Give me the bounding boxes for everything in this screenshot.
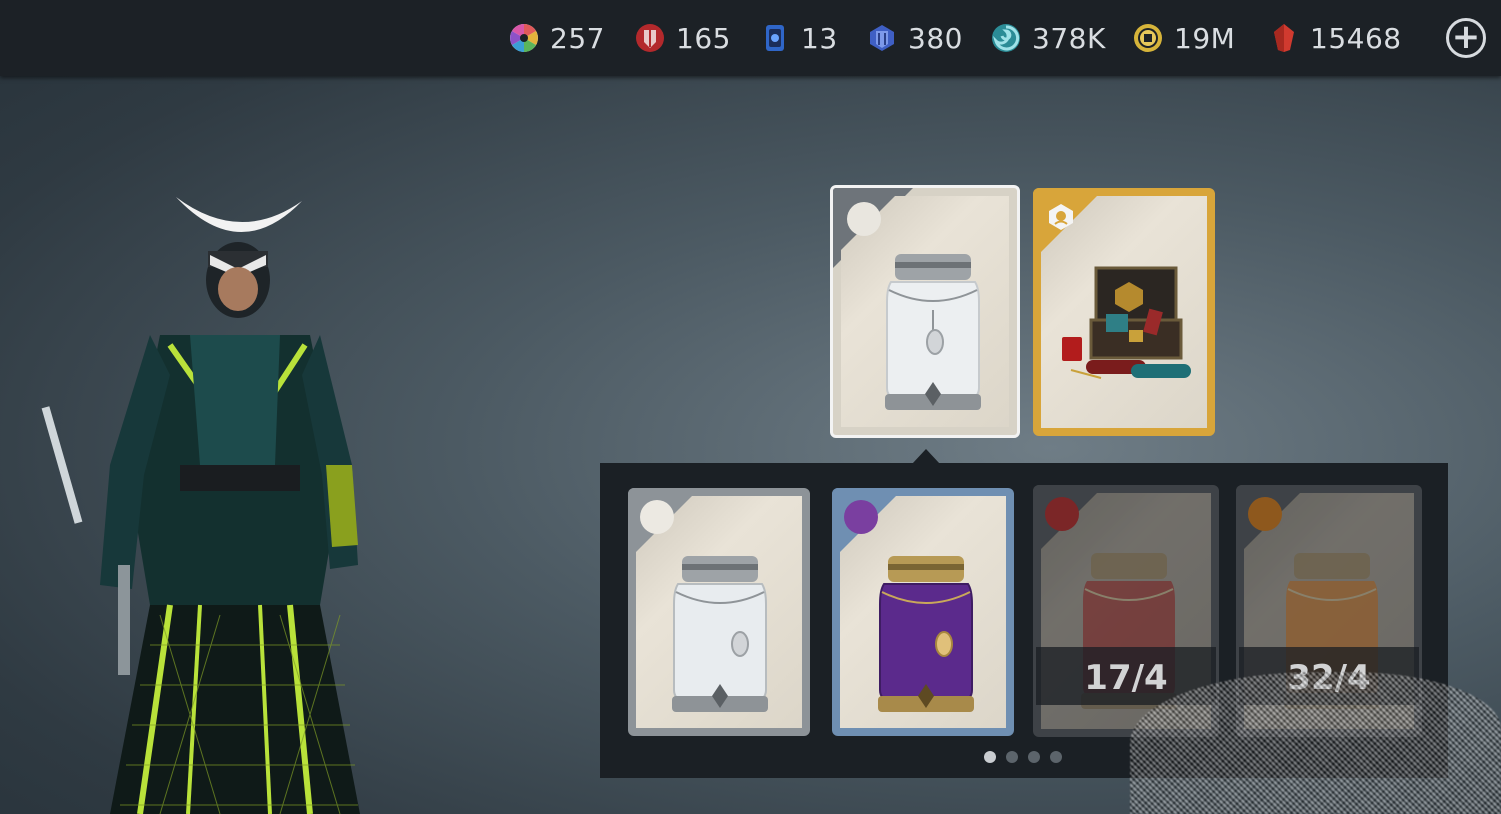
white-jar-card[interactable] — [830, 185, 1020, 438]
currency-value: 257 — [550, 21, 605, 55]
blue-gem-icon — [870, 25, 894, 51]
currency-color-wheel[interactable]: 257 — [508, 18, 605, 58]
color-wheel-icon — [510, 24, 538, 52]
plus-circle-icon[interactable]: + — [1446, 18, 1486, 58]
currency-value: 380 — [908, 21, 963, 55]
currency-red-shield[interactable]: 165 — [634, 18, 731, 58]
currency-red-crystal[interactable]: 15468 — [1268, 18, 1402, 58]
red-crystal-icon — [1274, 24, 1294, 52]
hexagon-mask-icon — [1049, 204, 1073, 230]
white-jar-icon — [885, 254, 981, 410]
currency-value: 13 — [801, 21, 838, 55]
currency-value: 165 — [676, 21, 731, 55]
currency-blue-gem[interactable]: 380 — [866, 18, 963, 58]
pagination-dots — [984, 751, 1062, 763]
rarity-dot — [847, 202, 881, 236]
blue-card-icon — [766, 25, 784, 51]
currency-value: 15468 — [1310, 21, 1402, 55]
rarity-dot — [1248, 497, 1282, 531]
noise-overlay — [1130, 672, 1501, 814]
currency-gold-coin[interactable]: 19M — [1132, 18, 1235, 58]
treasure-chest-icon — [1060, 266, 1191, 379]
purple-jar-card[interactable] — [832, 488, 1014, 736]
white-jar-card[interactable] — [628, 488, 810, 736]
rarity-dot — [1045, 497, 1079, 531]
purple-jar-icon — [878, 556, 974, 712]
gold-coin-icon — [1134, 24, 1162, 52]
currency-teal-swirl[interactable]: 378K — [990, 18, 1106, 58]
teal-swirl-icon — [992, 24, 1020, 52]
page-dot-2[interactable] — [1006, 751, 1018, 763]
red-shield-icon — [636, 24, 664, 52]
rarity-dot — [844, 500, 878, 534]
page-dot-3[interactable] — [1028, 751, 1040, 763]
currency-blue-card[interactable]: 13 — [759, 18, 838, 58]
currency-bar: 257 165 13 380 378K 19M 15468 + — [0, 0, 1501, 76]
selection-pointer — [912, 449, 940, 464]
treasure-chest-card[interactable] — [1033, 188, 1215, 436]
page-dot-4[interactable] — [1050, 751, 1062, 763]
white-jar-icon — [672, 556, 768, 712]
character-model — [41, 197, 360, 814]
currency-value: 19M — [1174, 21, 1236, 55]
currency-value: 378K — [1032, 21, 1106, 55]
page-dot-1[interactable] — [984, 751, 996, 763]
rarity-dot — [640, 500, 674, 534]
